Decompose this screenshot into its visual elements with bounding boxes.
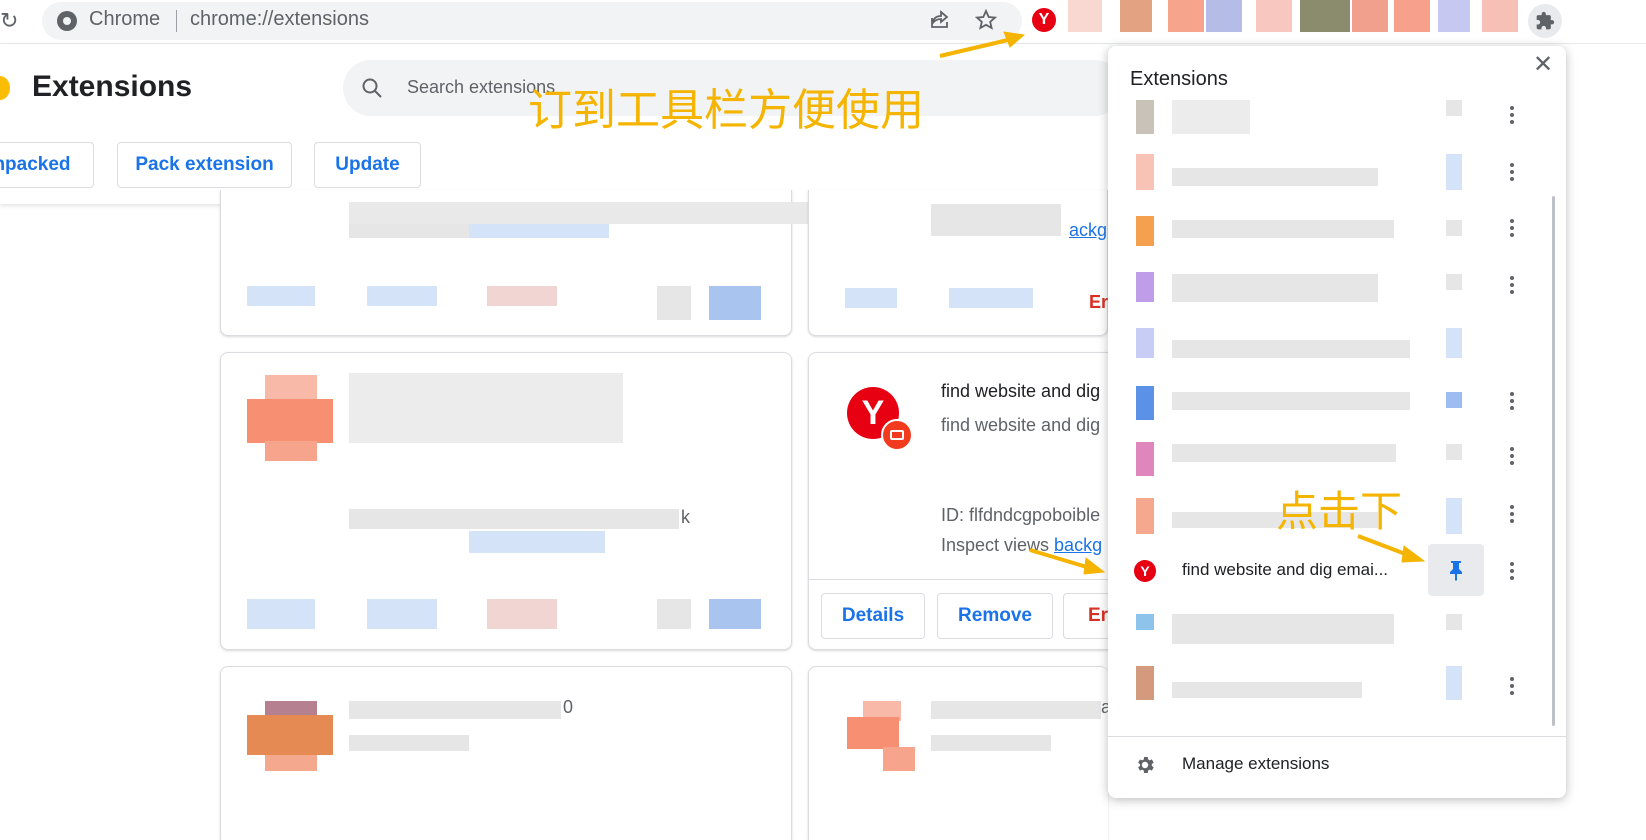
annotation-arrows <box>939 31 1426 575</box>
